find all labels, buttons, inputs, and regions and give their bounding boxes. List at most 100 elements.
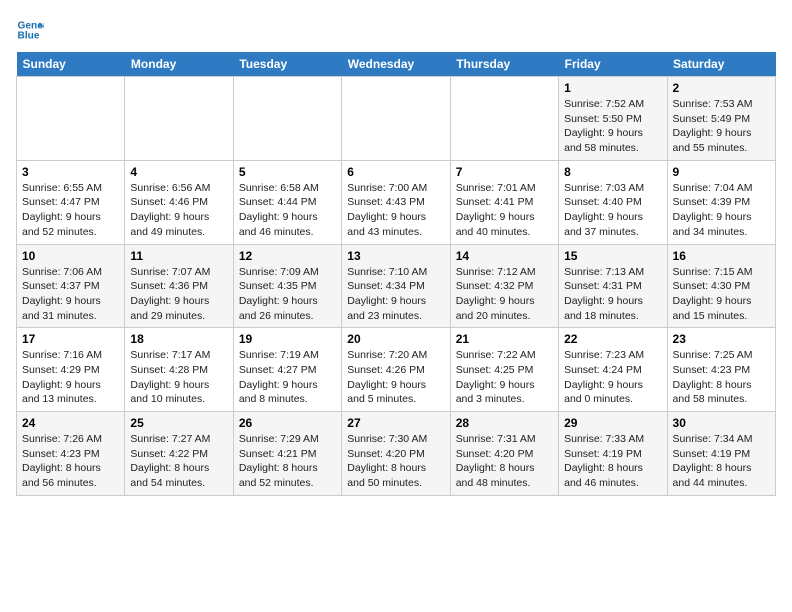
day-number: 24: [22, 416, 119, 430]
day-number: 23: [673, 332, 770, 346]
day-info: Sunrise: 7:17 AM Sunset: 4:28 PM Dayligh…: [130, 348, 227, 407]
calendar-day: 20Sunrise: 7:20 AM Sunset: 4:26 PM Dayli…: [342, 328, 450, 412]
calendar-day: 17 Sunrise: 7:16 AM Sunset: 4:29 PM Dayli…: [17, 328, 125, 412]
calendar-day: 3Sunrise: 6:55 AM Sunset: 4:47 PM Daylig…: [17, 160, 125, 244]
logo: General Blue: [16, 16, 44, 44]
calendar-day: 21Sunrise: 7:22 AM Sunset: 4:25 PM Dayli…: [450, 328, 558, 412]
calendar-week-5: 24 Sunrise: 7:26 AM Sunset: 4:23 PM Dayli…: [17, 412, 776, 496]
weekday-header-thursday: Thursday: [450, 52, 558, 77]
calendar-day: 9 Sunrise: 7:04 AM Sunset: 4:39 PM Daylig…: [667, 160, 775, 244]
day-info: Sunrise: 7:04 AM Sunset: 4:39 PM Dayligh…: [673, 181, 770, 240]
day-info: Sunrise: 7:03 AM Sunset: 4:40 PM Dayligh…: [564, 181, 661, 240]
weekday-header-wednesday: Wednesday: [342, 52, 450, 77]
day-info: Sunrise: 7:52 AM Sunset: 5:50 PM Dayligh…: [564, 97, 661, 156]
day-number: 16: [673, 249, 770, 263]
day-info: Sunrise: 7:31 AM Sunset: 4:20 PM Dayligh…: [456, 432, 553, 491]
calendar-week-2: 3Sunrise: 6:55 AM Sunset: 4:47 PM Daylig…: [17, 160, 776, 244]
calendar-day: [125, 77, 233, 161]
day-number: 28: [456, 416, 553, 430]
day-number: 13: [347, 249, 444, 263]
calendar-day: 4 Sunrise: 6:56 AM Sunset: 4:46 PM Daylig…: [125, 160, 233, 244]
calendar-day: 30Sunrise: 7:34 AM Sunset: 4:19 PM Dayli…: [667, 412, 775, 496]
calendar-day: 22 Sunrise: 7:23 AM Sunset: 4:24 PM Dayli…: [559, 328, 667, 412]
page-header: General Blue: [16, 16, 776, 44]
day-info: Sunrise: 6:55 AM Sunset: 4:47 PM Dayligh…: [22, 181, 119, 240]
calendar-day: [450, 77, 558, 161]
calendar-day: 18 Sunrise: 7:17 AM Sunset: 4:28 PM Dayli…: [125, 328, 233, 412]
calendar-day: 1 Sunrise: 7:52 AM Sunset: 5:50 PM Daylig…: [559, 77, 667, 161]
calendar-day: 8Sunrise: 7:03 AM Sunset: 4:40 PM Daylig…: [559, 160, 667, 244]
day-info: Sunrise: 7:16 AM Sunset: 4:29 PM Dayligh…: [22, 348, 119, 407]
calendar-day: 5 Sunrise: 6:58 AM Sunset: 4:44 PM Daylig…: [233, 160, 341, 244]
day-number: 29: [564, 416, 661, 430]
calendar-day: 27Sunrise: 7:30 AM Sunset: 4:20 PM Dayli…: [342, 412, 450, 496]
weekday-header-monday: Monday: [125, 52, 233, 77]
day-info: Sunrise: 7:09 AM Sunset: 4:35 PM Dayligh…: [239, 265, 336, 324]
calendar-week-1: 1 Sunrise: 7:52 AM Sunset: 5:50 PM Daylig…: [17, 77, 776, 161]
day-number: 25: [130, 416, 227, 430]
calendar-header-row: SundayMondayTuesdayWednesdayThursdayFrid…: [17, 52, 776, 77]
calendar-day: [17, 77, 125, 161]
calendar-week-4: 17 Sunrise: 7:16 AM Sunset: 4:29 PM Dayli…: [17, 328, 776, 412]
calendar-day: 23 Sunrise: 7:25 AM Sunset: 4:23 PM Dayli…: [667, 328, 775, 412]
calendar-day: 13 Sunrise: 7:10 AM Sunset: 4:34 PM Dayli…: [342, 244, 450, 328]
calendar-day: [342, 77, 450, 161]
calendar-day: 29 Sunrise: 7:33 AM Sunset: 4:19 PM Dayli…: [559, 412, 667, 496]
day-info: Sunrise: 7:29 AM Sunset: 4:21 PM Dayligh…: [239, 432, 336, 491]
day-number: 1: [564, 81, 661, 95]
day-number: 18: [130, 332, 227, 346]
day-info: Sunrise: 7:15 AM Sunset: 4:30 PM Dayligh…: [673, 265, 770, 324]
day-number: 15: [564, 249, 661, 263]
calendar-day: 11 Sunrise: 7:07 AM Sunset: 4:36 PM Dayli…: [125, 244, 233, 328]
calendar-day: 26Sunrise: 7:29 AM Sunset: 4:21 PM Dayli…: [233, 412, 341, 496]
day-number: 19: [239, 332, 336, 346]
calendar-day: [233, 77, 341, 161]
svg-text:Blue: Blue: [18, 31, 40, 42]
calendar-day: 2Sunrise: 7:53 AM Sunset: 5:49 PM Daylig…: [667, 77, 775, 161]
calendar-day: 16 Sunrise: 7:15 AM Sunset: 4:30 PM Dayli…: [667, 244, 775, 328]
day-number: 20: [347, 332, 444, 346]
calendar-day: 10 Sunrise: 7:06 AM Sunset: 4:37 PM Dayli…: [17, 244, 125, 328]
day-info: Sunrise: 7:10 AM Sunset: 4:34 PM Dayligh…: [347, 265, 444, 324]
day-info: Sunrise: 7:01 AM Sunset: 4:41 PM Dayligh…: [456, 181, 553, 240]
weekday-header-saturday: Saturday: [667, 52, 775, 77]
day-number: 5: [239, 165, 336, 179]
day-info: Sunrise: 7:34 AM Sunset: 4:19 PM Dayligh…: [673, 432, 770, 491]
day-info: Sunrise: 7:13 AM Sunset: 4:31 PM Dayligh…: [564, 265, 661, 324]
day-info: Sunrise: 7:06 AM Sunset: 4:37 PM Dayligh…: [22, 265, 119, 324]
day-info: Sunrise: 7:19 AM Sunset: 4:27 PM Dayligh…: [239, 348, 336, 407]
day-number: 9: [673, 165, 770, 179]
day-number: 14: [456, 249, 553, 263]
logo-icon: General Blue: [16, 16, 44, 44]
calendar-day: 12 Sunrise: 7:09 AM Sunset: 4:35 PM Dayli…: [233, 244, 341, 328]
calendar-day: 14 Sunrise: 7:12 AM Sunset: 4:32 PM Dayli…: [450, 244, 558, 328]
day-info: Sunrise: 7:07 AM Sunset: 4:36 PM Dayligh…: [130, 265, 227, 324]
day-number: 7: [456, 165, 553, 179]
day-number: 11: [130, 249, 227, 263]
day-info: Sunrise: 7:27 AM Sunset: 4:22 PM Dayligh…: [130, 432, 227, 491]
weekday-header-tuesday: Tuesday: [233, 52, 341, 77]
calendar-day: 19 Sunrise: 7:19 AM Sunset: 4:27 PM Dayli…: [233, 328, 341, 412]
day-number: 22: [564, 332, 661, 346]
day-number: 17: [22, 332, 119, 346]
day-info: Sunrise: 7:22 AM Sunset: 4:25 PM Dayligh…: [456, 348, 553, 407]
day-info: Sunrise: 7:23 AM Sunset: 4:24 PM Dayligh…: [564, 348, 661, 407]
day-number: 4: [130, 165, 227, 179]
calendar-day: 25 Sunrise: 7:27 AM Sunset: 4:22 PM Dayli…: [125, 412, 233, 496]
calendar-day: 15 Sunrise: 7:13 AM Sunset: 4:31 PM Dayli…: [559, 244, 667, 328]
day-number: 27: [347, 416, 444, 430]
day-info: Sunrise: 6:56 AM Sunset: 4:46 PM Dayligh…: [130, 181, 227, 240]
day-info: Sunrise: 7:33 AM Sunset: 4:19 PM Dayligh…: [564, 432, 661, 491]
day-info: Sunrise: 7:12 AM Sunset: 4:32 PM Dayligh…: [456, 265, 553, 324]
day-number: 10: [22, 249, 119, 263]
day-info: Sunrise: 7:53 AM Sunset: 5:49 PM Dayligh…: [673, 97, 770, 156]
day-info: Sunrise: 7:26 AM Sunset: 4:23 PM Dayligh…: [22, 432, 119, 491]
day-info: Sunrise: 7:00 AM Sunset: 4:43 PM Dayligh…: [347, 181, 444, 240]
day-info: Sunrise: 6:58 AM Sunset: 4:44 PM Dayligh…: [239, 181, 336, 240]
day-number: 6: [347, 165, 444, 179]
calendar-day: 28 Sunrise: 7:31 AM Sunset: 4:20 PM Dayli…: [450, 412, 558, 496]
day-number: 12: [239, 249, 336, 263]
calendar-day: 7 Sunrise: 7:01 AM Sunset: 4:41 PM Daylig…: [450, 160, 558, 244]
day-info: Sunrise: 7:25 AM Sunset: 4:23 PM Dayligh…: [673, 348, 770, 407]
weekday-header-sunday: Sunday: [17, 52, 125, 77]
